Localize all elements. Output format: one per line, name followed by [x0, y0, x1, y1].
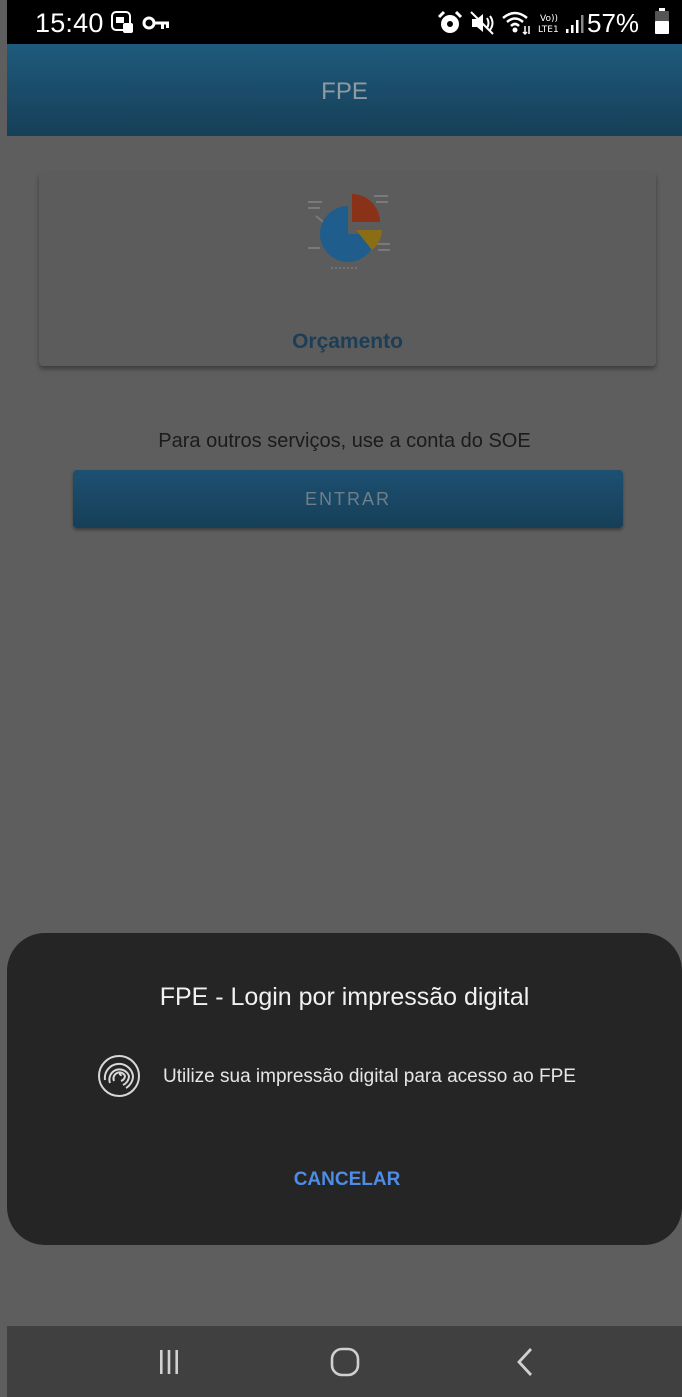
dialog-title: FPE - Login por impressão digital: [159, 983, 530, 1011]
status-bar: 15:40 Vo)) LTE1 57%: [7, 0, 682, 44]
home-icon: [330, 1347, 360, 1376]
mute-icon: [469, 10, 495, 41]
cancel-button[interactable]: CANCELAR: [247, 1157, 447, 1201]
back-icon: [517, 1347, 533, 1376]
card-label: Orçamento: [292, 330, 403, 353]
entrar-label: ENTRAR: [304, 489, 391, 509]
info-text: Para outros serviços, use a conta do SOE: [158, 430, 531, 452]
cancel-label: CANCELAR: [293, 1169, 401, 1190]
recent-apps-button[interactable]: [109, 1326, 229, 1397]
app-title: FPE: [321, 78, 368, 105]
wifi-icon: [501, 10, 531, 41]
svg-text:LTE1: LTE1: [538, 25, 559, 34]
battery-percent: 57%: [587, 8, 640, 38]
battery-icon: [655, 8, 669, 39]
status-time: 15:40: [35, 8, 104, 38]
nav-bar: [7, 1326, 682, 1397]
phone-screen: 15:40 Vo)) LTE1 57% FPE Orçamento Para o…: [7, 0, 682, 1397]
recent-apps-icon: [160, 1349, 178, 1374]
entrar-button[interactable]: ENTRAR: [73, 470, 623, 528]
key-icon: [142, 15, 170, 36]
svg-text:Vo)): Vo)): [540, 14, 558, 24]
fingerprint-icon: [96, 1053, 142, 1104]
app-bar: FPE: [7, 44, 682, 136]
alarm-icon: [437, 10, 463, 41]
screenshot-icon: [110, 10, 134, 39]
dialog-message: Utilize sua impressão digital para acess…: [163, 1066, 576, 1087]
back-button[interactable]: [465, 1326, 585, 1397]
signal-icon: [565, 14, 585, 39]
volte-lte1-icon: Vo)) LTE1: [537, 12, 567, 39]
home-button[interactable]: [285, 1326, 405, 1397]
orcamento-card[interactable]: Orçamento: [39, 172, 656, 366]
pie-chart-icon: [302, 182, 394, 279]
fingerprint-dialog: FPE - Login por impressão digital Utiliz…: [7, 933, 682, 1245]
